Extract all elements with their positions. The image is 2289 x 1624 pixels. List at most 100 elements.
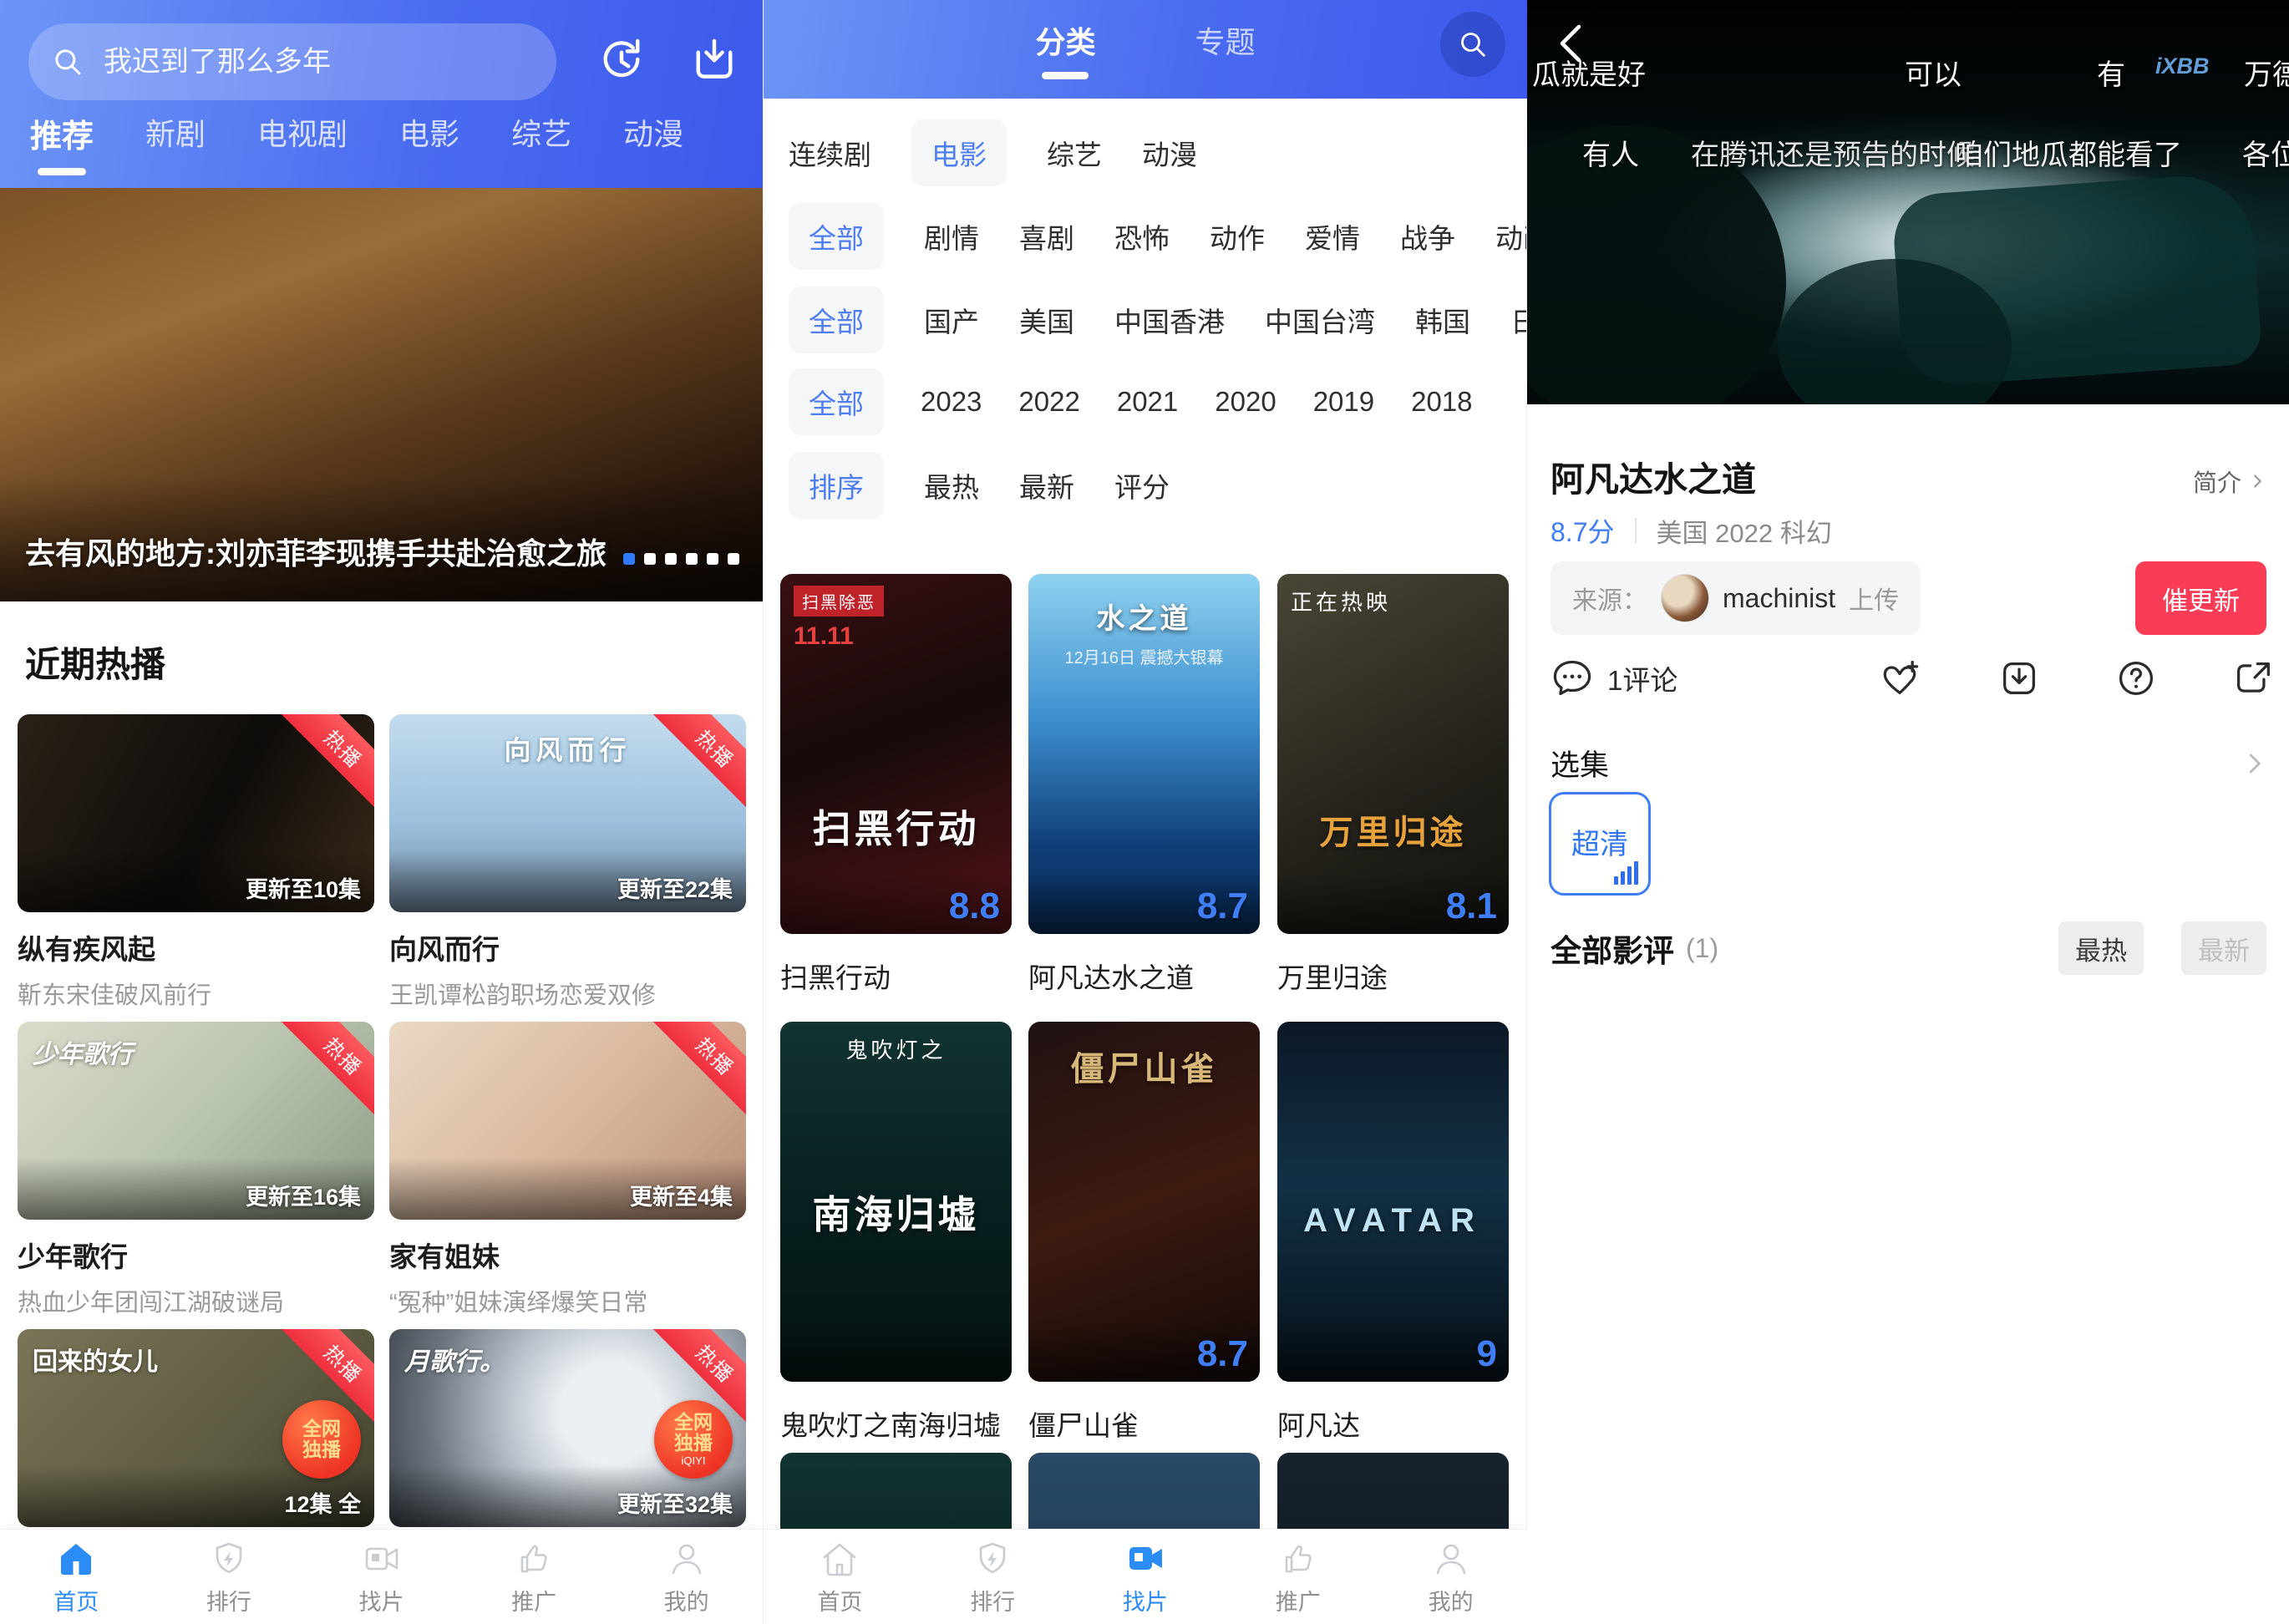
episodes-row[interactable]: 选集: [1551, 742, 2266, 784]
show-card[interactable]: 热播 向风而行 更新至22集 向风而行 王凯谭松韵职场恋爱双修: [389, 714, 746, 1011]
section-title-hot: 近期热播: [25, 637, 165, 688]
tab-new-drama[interactable]: 新剧: [145, 110, 206, 154]
reviews-count: (1): [1686, 933, 1718, 964]
card-subtitle: “冤种”姐妹演绎爆笑日常: [389, 1283, 746, 1318]
tab-anime[interactable]: 动漫: [623, 110, 683, 154]
filter-genre[interactable]: 剧情: [924, 216, 979, 256]
filter-region-all[interactable]: 全部: [789, 287, 884, 353]
carousel-dot: [623, 553, 635, 565]
filter-region[interactable]: 国产: [924, 300, 979, 340]
poster-art-text: 回来的女儿: [33, 1341, 158, 1378]
request-update-button[interactable]: 催更新: [2135, 561, 2266, 635]
filter-genre[interactable]: 爱情: [1305, 216, 1360, 256]
tab-variety[interactable]: 综艺: [511, 110, 571, 154]
movie-card[interactable]: 正在热映 万里归途 8.1 万里归途: [1277, 574, 1509, 996]
filter-year[interactable]: 2020: [1215, 386, 1276, 418]
filter-year-all[interactable]: 全部: [789, 368, 884, 435]
home-icon: [56, 1539, 96, 1579]
filter-region[interactable]: 中国香港: [1114, 300, 1225, 340]
episode-quality-card[interactable]: 超清: [1549, 792, 1651, 896]
tab-recommend[interactable]: 推荐: [30, 110, 94, 175]
video-meta: 8.7分 美国 2022 科幻: [1551, 511, 1832, 550]
back-icon[interactable]: [1549, 20, 1596, 67]
movie-card[interactable]: 水之道 12月16日 震撼大银幕 8.7 阿凡达水之道: [1028, 574, 1260, 996]
nav-mine[interactable]: 我的: [1374, 1530, 1527, 1624]
download-icon[interactable]: [687, 32, 742, 87]
show-card[interactable]: 热播 回来的女儿 全网独播 12集 全: [18, 1329, 374, 1527]
show-card[interactable]: 热播 月歌行。 全网独播iQIYI 更新至32集: [389, 1329, 746, 1527]
filter-anime[interactable]: 动漫: [1142, 133, 1197, 173]
download-icon[interactable]: [1997, 657, 2041, 700]
rating-badge: 8.7: [1197, 1333, 1248, 1375]
movie-title: 万里归途: [1277, 956, 1509, 996]
filter-year[interactable]: 2018: [1411, 386, 1472, 418]
filter-genre[interactable]: 恐怖: [1114, 216, 1170, 256]
filter-genre-all[interactable]: 全部: [789, 203, 884, 270]
filter-genre[interactable]: 喜剧: [1019, 216, 1074, 256]
history-icon[interactable]: [594, 32, 649, 87]
episode-badge: 12集 全: [284, 1486, 361, 1519]
tab-tv-series[interactable]: 电视剧: [257, 110, 348, 154]
poster-art-text: 南海归墟: [780, 1185, 1012, 1240]
filter-year[interactable]: 2022: [1018, 386, 1079, 418]
search-input[interactable]: [102, 45, 535, 79]
sort-rating[interactable]: 评分: [1114, 465, 1170, 505]
card-title: 纵有疾风起: [18, 927, 374, 967]
filter-row-region: 全部 国产 美国 中国香港 中国台湾 韩国 日本: [789, 284, 1527, 356]
home-icon: [820, 1539, 860, 1579]
movie-card[interactable]: 僵尸山雀 8.7 僵尸山雀: [1028, 1022, 1260, 1444]
sort-hottest[interactable]: 最热: [924, 465, 979, 505]
filter-genre[interactable]: 动作: [1210, 216, 1265, 256]
movie-card[interactable]: AVATAR 9 阿凡达: [1277, 1022, 1509, 1444]
filter-region[interactable]: 美国: [1019, 300, 1074, 340]
show-card[interactable]: 热播 更新至10集 纵有疾风起 靳东宋佳破风前行: [18, 714, 374, 1011]
nav-ranking[interactable]: 排行: [153, 1530, 306, 1624]
sort-new-button[interactable]: 最新: [2181, 921, 2266, 975]
movie-title: 鬼吹灯之南海归墟: [780, 1403, 1012, 1444]
hero-banner[interactable]: 去有风的地方:刘亦菲李现携手共赴治愈之旅: [0, 188, 763, 601]
comments-button[interactable]: 1评论: [1551, 657, 1677, 700]
brief-link[interactable]: 简介: [2193, 464, 2266, 499]
search-button[interactable]: [1440, 12, 1505, 77]
nav-promote[interactable]: 推广: [458, 1530, 611, 1624]
nav-mine[interactable]: 我的: [610, 1530, 763, 1624]
filter-year[interactable]: 2021: [1117, 386, 1178, 418]
nav-promote[interactable]: 推广: [1221, 1530, 1374, 1624]
movie-card[interactable]: 扫黑除恶 11.11 扫黑行动 8.8 扫黑行动: [780, 574, 1012, 996]
source-label: 来源：: [1572, 580, 1647, 617]
source-pill[interactable]: 来源： machinist 上传: [1551, 561, 1921, 635]
search-bar[interactable]: [28, 23, 556, 100]
carousel-dot: [686, 553, 698, 565]
filter-year[interactable]: 2019: [1313, 386, 1374, 418]
nav-home[interactable]: 首页: [0, 1530, 153, 1624]
favorite-icon[interactable]: [1878, 657, 1921, 700]
tab-movie[interactable]: 电影: [399, 110, 459, 154]
sort-newest[interactable]: 最新: [1019, 465, 1074, 505]
movie-card[interactable]: 鬼吹灯之 南海归墟 鬼吹灯之南海归墟: [780, 1022, 1012, 1444]
filter-region[interactable]: 韩国: [1415, 300, 1470, 340]
share-icon[interactable]: [2232, 657, 2276, 700]
filter-region[interactable]: 日本: [1510, 300, 1527, 340]
help-icon[interactable]: [2114, 657, 2158, 700]
tab-category[interactable]: 分类: [1035, 18, 1095, 79]
nav-find[interactable]: 找片: [305, 1530, 458, 1624]
sort-label[interactable]: 排序: [789, 452, 884, 519]
filter-movie-selected[interactable]: 电影: [911, 119, 1007, 186]
filter-row-sort: 排序 最热 最新 评分: [789, 449, 1527, 521]
filter-year[interactable]: 2023: [921, 386, 982, 418]
nav-home[interactable]: 首页: [764, 1530, 916, 1624]
tab-topics[interactable]: 专题: [1195, 18, 1256, 79]
filter-genre[interactable]: 战争: [1400, 216, 1455, 256]
filter-region[interactable]: 中国台湾: [1265, 300, 1375, 340]
show-card[interactable]: 热播 少年歌行 更新至16集 少年歌行 热血少年团闯江湖破谜局: [18, 1022, 374, 1318]
category-screen: 分类 专题 连续剧 电影 综艺 动漫 全部 剧情 喜剧 恐怖 动作 爱情 战争 …: [763, 0, 1527, 1624]
filter-series[interactable]: 连续剧: [789, 133, 871, 173]
filter-genre[interactable]: 动画: [1495, 216, 1527, 256]
nav-ranking[interactable]: 排行: [916, 1530, 1069, 1624]
sort-hot-button[interactable]: 最热: [2058, 921, 2144, 975]
video-player[interactable]: 瓜就是好 可以 有 万德 有人 在腾讯还是预告的时候 咱们地瓜都能看了 各位 i…: [1527, 0, 2289, 404]
poster-art-text: 正在热映: [1291, 586, 1391, 617]
show-card[interactable]: 热播 更新至4集 家有姐妹 “冤种”姐妹演绎爆笑日常: [389, 1022, 746, 1318]
nav-find[interactable]: 找片: [1069, 1530, 1222, 1624]
filter-variety[interactable]: 综艺: [1047, 133, 1102, 173]
